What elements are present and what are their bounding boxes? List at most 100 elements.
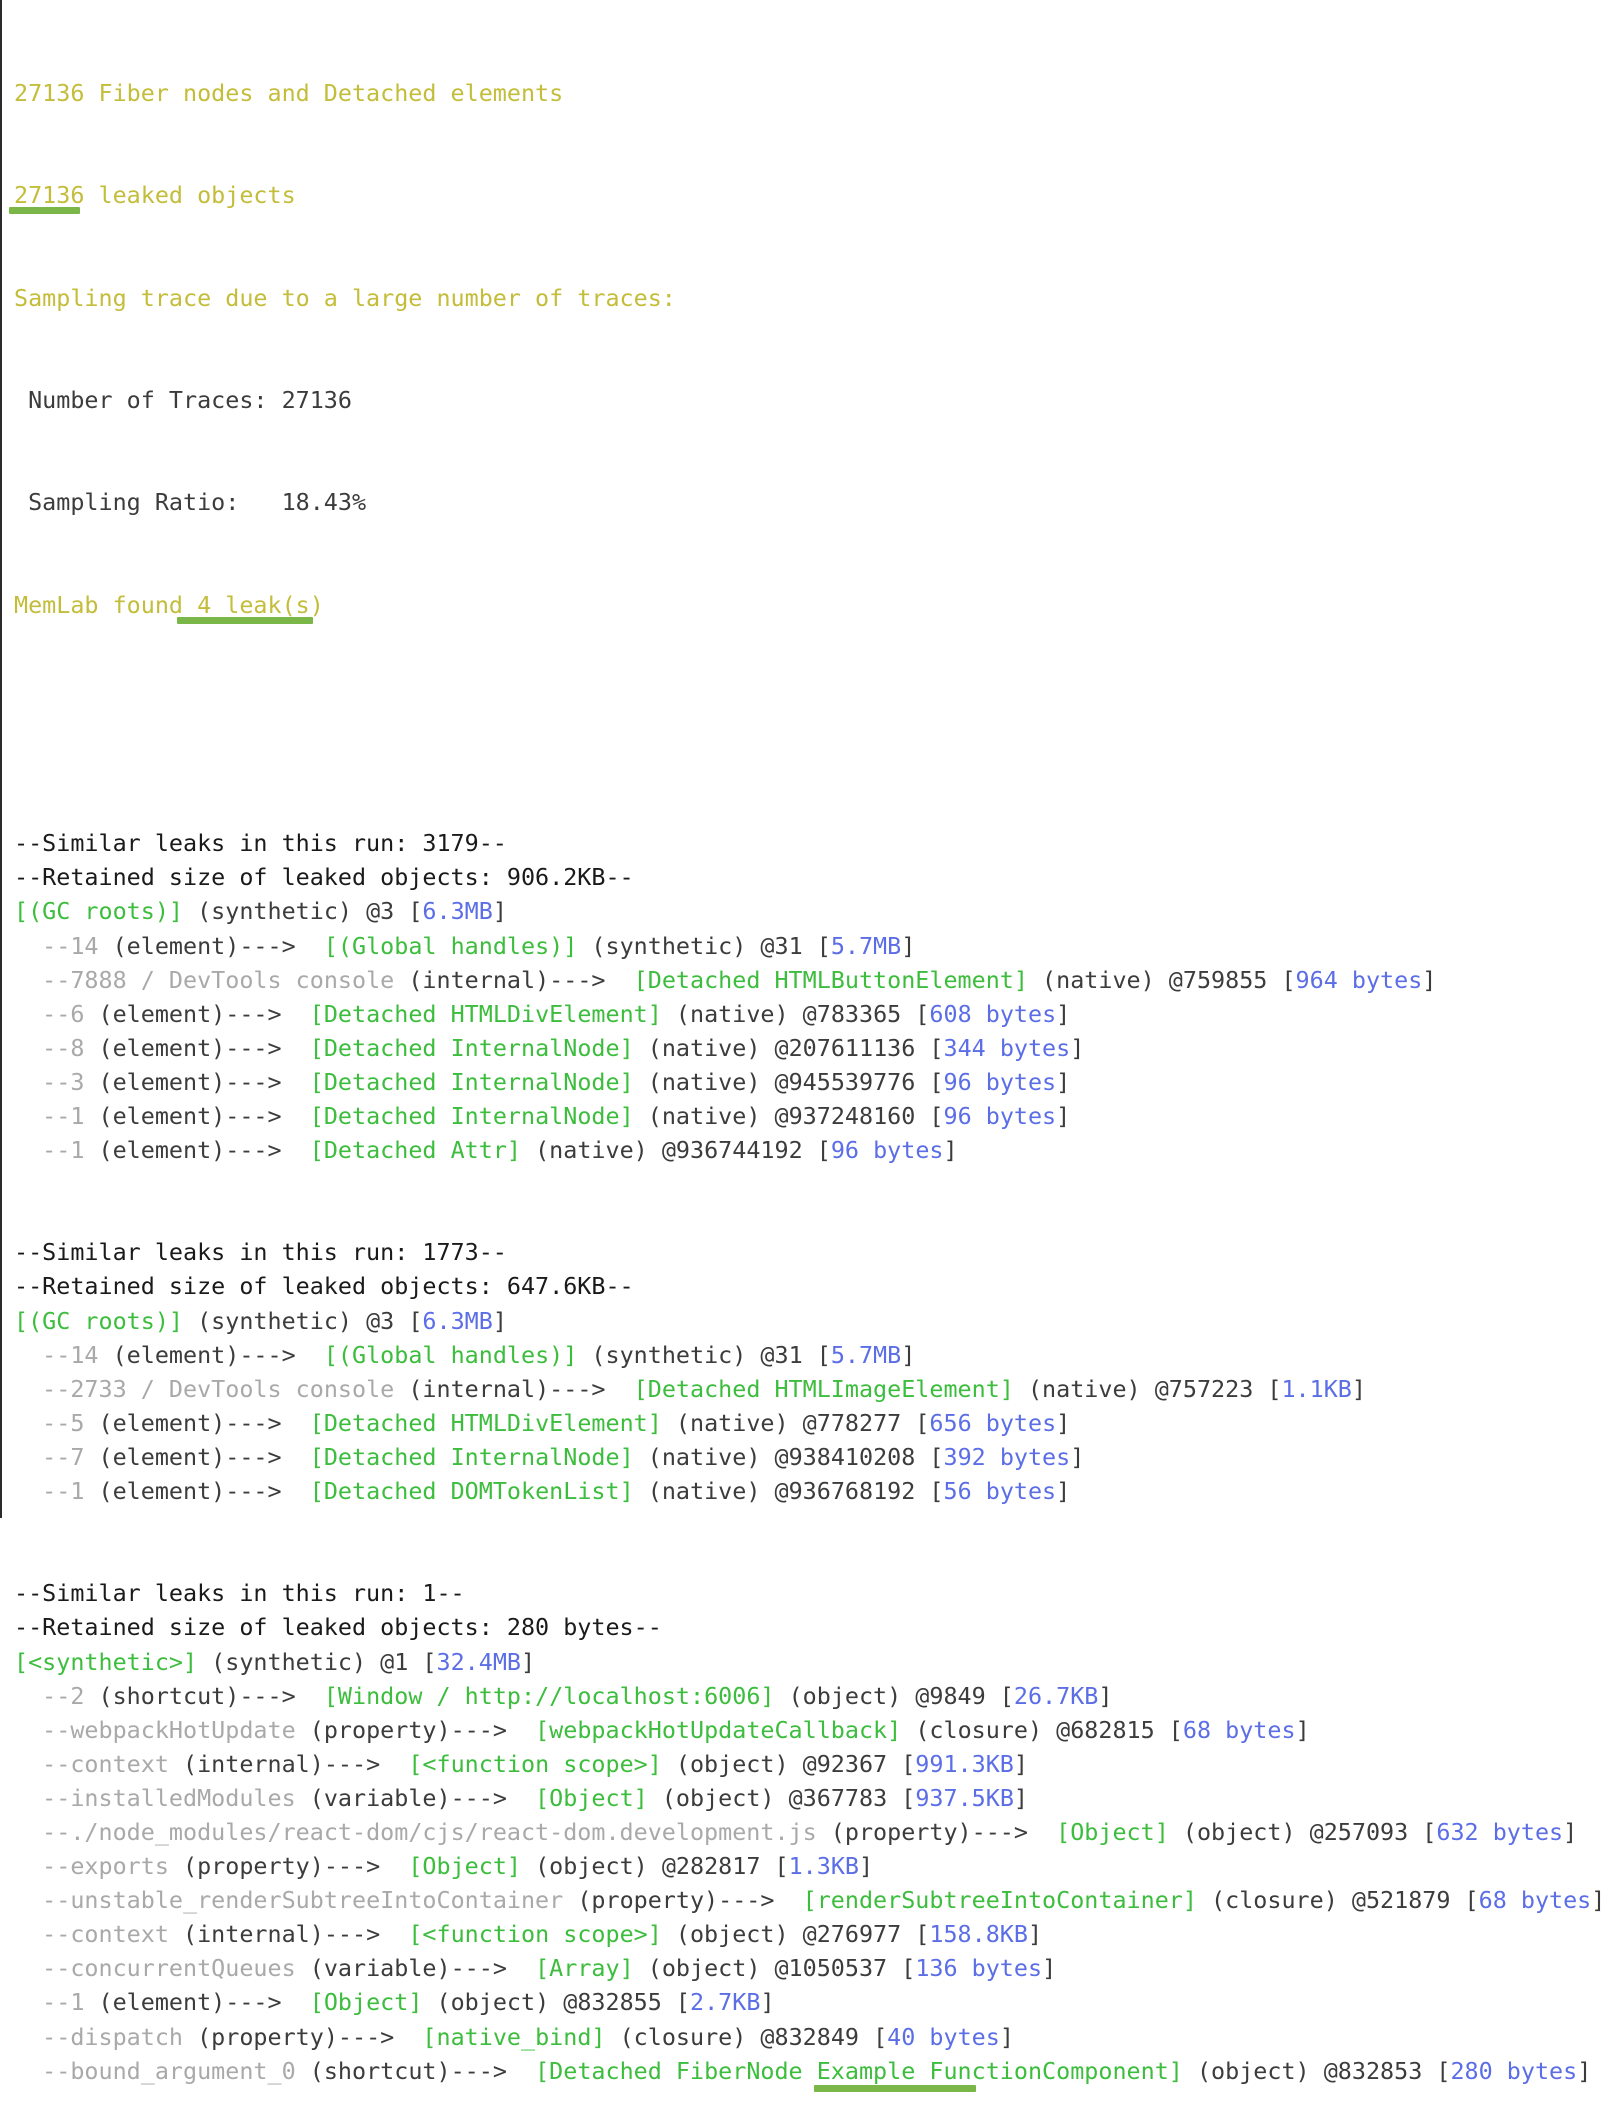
trace-edge-line: --7 (element)---> [Detached InternalNode… <box>14 1440 1622 1474</box>
edge-target-node: [Array] <box>535 1954 634 1983</box>
edge-target-node: [<function scope>] <box>408 1749 662 1778</box>
edge-prefix: -- <box>14 1817 71 1846</box>
traces-line: Number of Traces: 27136 <box>14 383 1622 417</box>
trace-root-size: 6.3MB <box>422 1306 493 1335</box>
edge-target-kind: (native) @945539776 [ <box>633 1067 944 1096</box>
trace-edge-line: --unstable_renderSubtreeIntoContainer (p… <box>14 1883 1622 1917</box>
edge-name: concurrentQueues <box>70 1954 296 1983</box>
edge-target-kind: (closure) @832849 [ <box>605 2022 888 2051</box>
trace-edge-line: --dispatch (property)---> [native_bind] … <box>14 2020 1622 2054</box>
edge-type: (element)---> <box>84 1033 310 1062</box>
edge-prefix: -- <box>14 1408 71 1437</box>
edge-target-size: 1.3KB <box>788 1852 859 1881</box>
trace-root-node: [(GC roots)] <box>14 897 183 926</box>
edge-prefix: -- <box>14 1749 71 1778</box>
edge-target-node: [Detached Attr] <box>309 1136 522 1165</box>
trace-root-line: [(GC roots)] (synthetic) @3 [6.3MB] <box>14 1304 1622 1338</box>
edge-target-node: [Object] <box>1056 1817 1169 1846</box>
edge-type: (property)---> <box>816 1817 1057 1846</box>
trace-edge-line: --5 (element)---> [Detached HTMLDivEleme… <box>14 1406 1622 1440</box>
edge-type: (element)---> <box>84 1477 310 1506</box>
trace-edge-line: --3 (element)---> [Detached InternalNode… <box>14 1065 1622 1099</box>
edge-target-close: ] <box>1295 1715 1310 1744</box>
edge-target-node: [Detached FiberNode Example FunctionComp… <box>535 2056 1183 2085</box>
edge-prefix: -- <box>14 1852 71 1881</box>
edge-prefix: -- <box>14 1136 71 1165</box>
edge-target-close: ] <box>943 1136 958 1165</box>
edge-target-close: ] <box>999 2022 1014 2051</box>
trace-root-kind: (synthetic) @1 [ <box>197 1647 437 1676</box>
edge-target-size: 158.8KB <box>929 1920 1028 1949</box>
edge-target-node: [renderSubtreeIntoContainer] <box>802 1886 1197 1915</box>
similar-leaks-text: --Similar leaks in this run: 1-- <box>14 1579 465 1608</box>
found-count-highlight <box>177 616 313 624</box>
edge-target-size: 344 bytes <box>943 1033 1071 1062</box>
trace-edge-line: --14 (element)---> [(Global handles)] (s… <box>14 1338 1622 1372</box>
edge-type: (element)---> <box>84 999 310 1028</box>
edge-target-close: ] <box>901 931 916 960</box>
edge-target-size: 937.5KB <box>915 1783 1014 1812</box>
edge-name: 8 <box>70 1033 85 1062</box>
edge-type: (internal)---> <box>168 1920 409 1949</box>
edge-target-size: 2.7KB <box>690 1988 761 2017</box>
edge-target-close: ] <box>1013 1749 1028 1778</box>
edge-target-kind: (object) @9849 [ <box>774 1681 1014 1710</box>
edge-prefix: -- <box>14 1067 71 1096</box>
trace-edge-line: --2733 / DevTools console (internal)--->… <box>14 1372 1622 1406</box>
edge-target-node: [Detached HTMLButtonElement] <box>633 965 1028 994</box>
edge-target-kind: (object) @92367 [ <box>661 1749 916 1778</box>
edge-target-node: [Object] <box>408 1852 521 1881</box>
trace-edge-line: --context (internal)---> [<function scop… <box>14 1747 1622 1781</box>
component-name-highlight <box>814 2084 976 2092</box>
edge-target-kind: (object) @257093 [ <box>1168 1817 1437 1846</box>
edge-target-node: [<function scope>] <box>408 1920 662 1949</box>
edge-target-size: 991.3KB <box>915 1749 1014 1778</box>
trace-edge-line: --bound_argument_0 (shortcut)---> [Detac… <box>14 2054 1622 2092</box>
trace-root-size: 32.4MB <box>436 1647 521 1676</box>
edge-type: (element)---> <box>98 1340 324 1369</box>
edge-target-kind: (native) @778277 [ <box>661 1408 930 1437</box>
edge-target-kind: (object) @276977 [ <box>661 1920 930 1949</box>
edge-name: 1 <box>70 1102 85 1130</box>
edge-target-node: [Object] <box>309 1988 423 2017</box>
edge-target-size: 632 bytes <box>1436 1817 1564 1846</box>
edge-target-kind: (native) @783365 [ <box>661 999 930 1028</box>
edge-target-size: 40 bytes <box>887 2022 1000 2051</box>
edge-target-close: ] <box>1591 1886 1606 1915</box>
retained-size-text: --Retained size of leaked objects: 647.6… <box>14 1272 634 1301</box>
edge-target-close: ] <box>1027 1920 1043 1949</box>
edge-name: context <box>70 1920 169 1949</box>
edge-target-size: 656 bytes <box>929 1408 1057 1437</box>
edge-type: (element)---> <box>84 1408 310 1437</box>
edge-prefix: -- <box>14 931 71 960</box>
trace-root-kind: (synthetic) @3 [ <box>183 1306 423 1335</box>
edge-name: 2733 / DevTools console <box>70 1374 395 1403</box>
edge-prefix: -- <box>14 1442 71 1471</box>
found-count: 4 leak(s) <box>197 590 324 619</box>
edge-type: (property)---> <box>295 1715 536 1744</box>
edge-prefix: -- <box>14 1681 71 1710</box>
edge-target-kind: (object) @1050537 [ <box>633 1954 916 1983</box>
edge-target-size: 96 bytes <box>830 1136 944 1165</box>
trace-edge-line: --7888 / DevTools console (internal)--->… <box>14 963 1622 997</box>
edge-name: 14 <box>70 931 99 960</box>
edge-target-size: 280 bytes <box>1450 2056 1578 2085</box>
edge-type: (variable)---> <box>295 1783 536 1812</box>
edge-target-close: ] <box>1563 1817 1578 1846</box>
edge-target-size: 26.7KB <box>1013 1681 1099 1710</box>
edge-prefix: -- <box>14 1886 71 1915</box>
edge-target-close: ] <box>1351 1374 1366 1403</box>
edge-target-node: [Detached InternalNode] <box>309 1442 634 1471</box>
edge-target-kind: (closure) @682815 [ <box>901 1715 1183 1744</box>
edge-type: (variable)---> <box>295 1954 536 1983</box>
edge-target-size: 68 bytes <box>1478 1886 1592 1915</box>
edge-target-close: ] <box>1577 2056 1592 2085</box>
edge-type: (element)---> <box>84 1442 310 1471</box>
edge-target-node: [webpackHotUpdateCallback] <box>535 1715 902 1744</box>
edge-target-close: ] <box>859 1852 874 1881</box>
terminal-output: 27136 Fiber nodes and Detached elements … <box>0 0 1622 2092</box>
edge-target-close: ] <box>901 1340 916 1369</box>
edge-target-kind: (object) @282817 [ <box>521 1852 789 1881</box>
